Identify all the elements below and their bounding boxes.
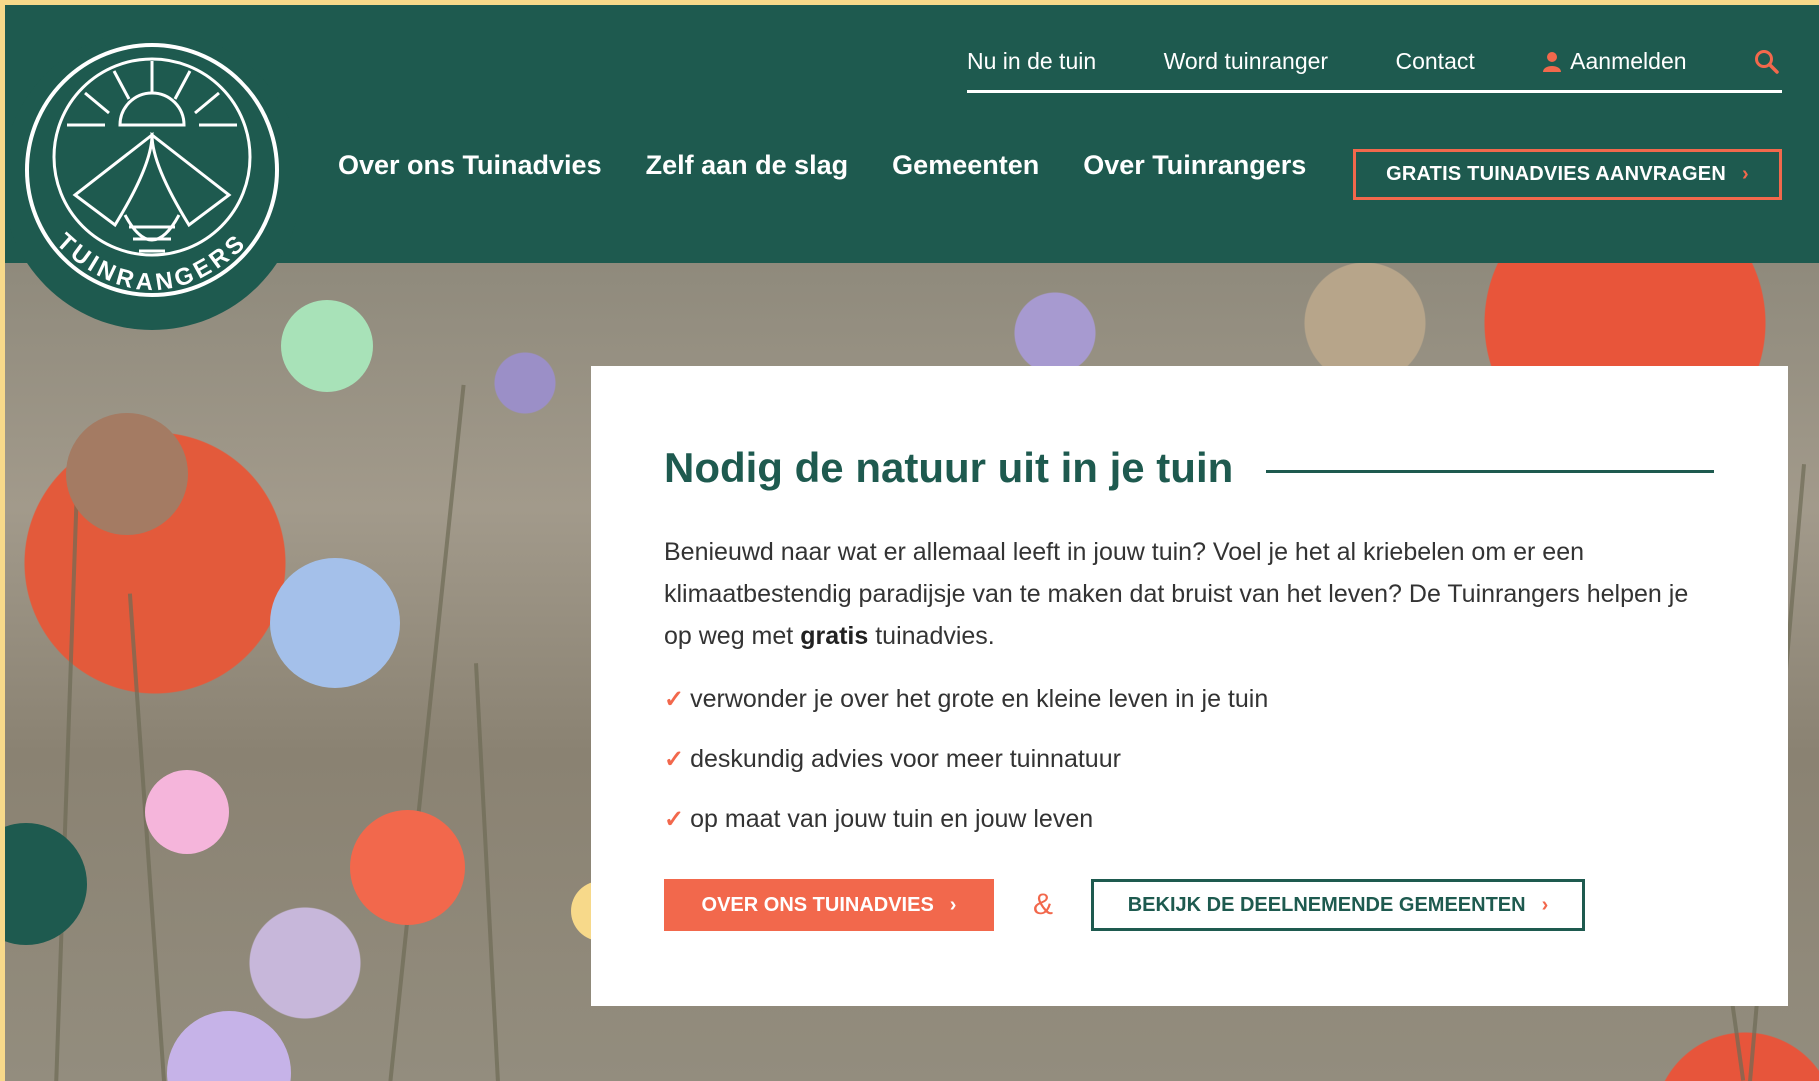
login-link[interactable]: Aanmelden <box>1542 48 1687 75</box>
intro-text-bold: gratis <box>800 622 869 650</box>
main-nav-zelf-aan-de-slag[interactable]: Zelf aan de slag <box>646 150 849 181</box>
intro-text: Benieuwd naar wat er allemaal leeft in j… <box>664 531 1694 657</box>
main-nav-gemeenten[interactable]: Gemeenten <box>892 150 1039 181</box>
list-item: ✓ verwonder je over het grote en kleine … <box>664 669 1268 729</box>
search-button[interactable] <box>1754 49 1780 75</box>
top-nav-nu-in-de-tuin[interactable]: Nu in de tuin <box>967 48 1096 75</box>
list-item: ✓ deskundig advies voor meer tuinnatuur <box>664 729 1268 789</box>
search-icon <box>1754 49 1779 74</box>
about-advice-label: OVER ONS TUINADVIES <box>701 893 934 916</box>
page: Nu in de tuin Word tuinranger Contact Aa… <box>5 5 1819 1081</box>
benefit-text: verwonder je over het grote en kleine le… <box>690 684 1269 713</box>
benefit-text: op maat van jouw tuin en jouw leven <box>690 804 1094 833</box>
checkmark-icon: ✓ <box>664 805 685 833</box>
request-advice-label: GRATIS TUINADVIES AANVRAGEN <box>1386 163 1726 185</box>
intro-card: Nodig de natuur uit in je tuin Benieuwd … <box>591 366 1788 1006</box>
decor-dot-brown <box>66 413 188 535</box>
chevron-right-icon: › <box>949 893 957 916</box>
hero-title: Nodig de natuur uit in je tuin <box>664 444 1234 491</box>
main-nav: Over ons Tuinadvies Zelf aan de slag Gem… <box>338 150 1306 181</box>
about-advice-button[interactable]: OVER ONS TUINADVIES › <box>664 879 994 931</box>
decor-dot-blue <box>270 558 400 688</box>
benefits-list: ✓ verwonder je over het grote en kleine … <box>664 669 1268 849</box>
main-nav-over-tuinrangers[interactable]: Over Tuinrangers <box>1083 150 1306 181</box>
checkmark-icon: ✓ <box>664 745 685 773</box>
ampersand: & <box>1033 888 1054 921</box>
view-municipalities-label: BEKIJK DE DEELNEMENDE GEMEENTEN <box>1127 893 1526 916</box>
decor-dot-pink <box>145 770 229 854</box>
intro-text-end: tuinadvies. <box>868 622 995 650</box>
top-nav-contact[interactable]: Contact <box>1395 48 1474 75</box>
list-item: ✓ op maat van jouw tuin en jouw leven <box>664 789 1268 849</box>
view-municipalities-button[interactable]: BEKIJK DE DEELNEMENDE GEMEENTEN › <box>1091 879 1585 931</box>
main-nav-over-ons-tuinadvies[interactable]: Over ons Tuinadvies <box>338 150 602 181</box>
benefit-text: deskundig advies voor meer tuinnatuur <box>690 744 1121 773</box>
request-advice-button[interactable]: GRATIS TUINADVIES AANVRAGEN › <box>1353 149 1782 200</box>
chevron-right-icon: › <box>1541 893 1549 916</box>
chevron-right-icon: › <box>1742 163 1749 185</box>
decor-dot-lilac <box>167 1011 291 1081</box>
title-divider <box>1266 470 1714 473</box>
decor-dot-green <box>5 823 87 945</box>
login-label: Aanmelden <box>1570 48 1687 74</box>
top-nav-word-tuinranger[interactable]: Word tuinranger <box>1164 48 1329 75</box>
tuinrangers-logo[interactable]: TUINRANGERS <box>5 15 305 341</box>
decor-dot-orange <box>350 810 465 925</box>
top-nav: Nu in de tuin Word tuinranger Contact Aa… <box>967 33 1782 93</box>
user-icon <box>1543 51 1562 72</box>
checkmark-icon: ✓ <box>664 685 685 713</box>
